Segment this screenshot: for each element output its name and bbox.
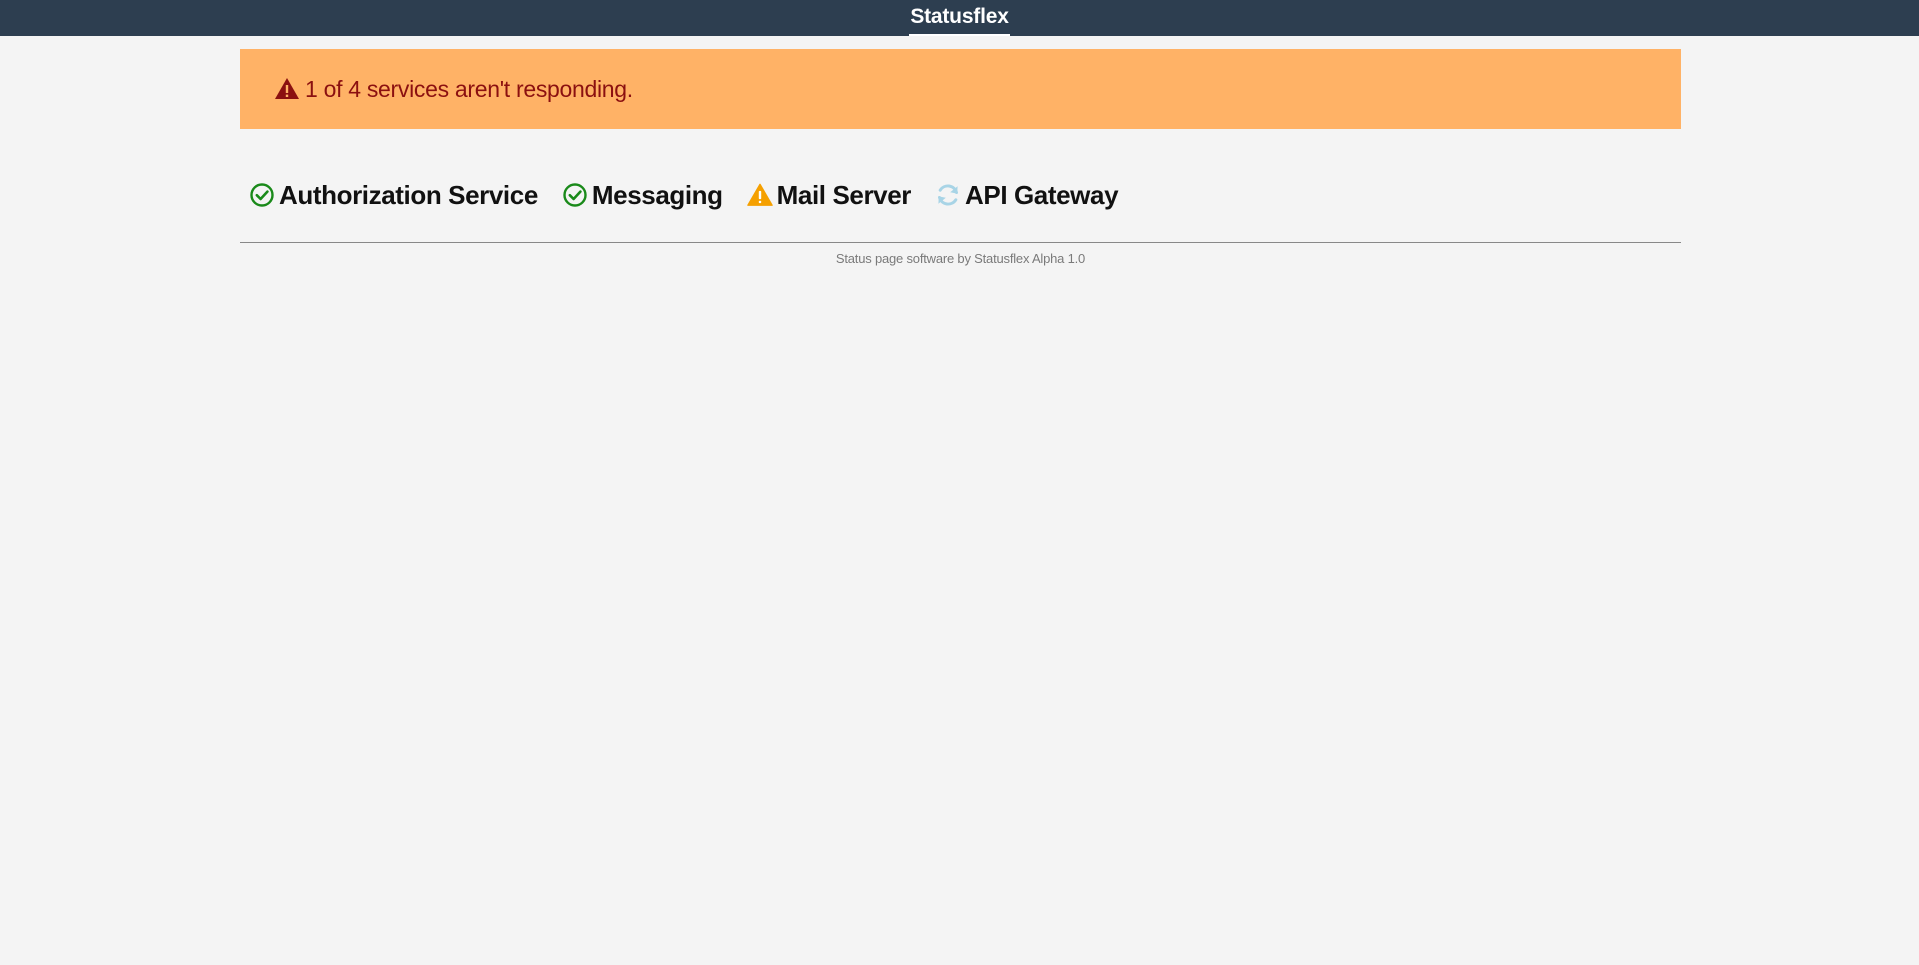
- service-item-authorization-service: Authorization Service: [249, 180, 538, 211]
- service-name: Mail Server: [776, 179, 912, 210]
- alert-message: 1 of 4 services aren't responding.: [305, 75, 633, 102]
- check-circle-icon: [249, 182, 275, 208]
- service-name: Messaging: [591, 179, 723, 210]
- service-item-messaging: Messaging: [562, 180, 723, 211]
- service-name: Authorization Service: [279, 179, 538, 210]
- footer-divider: [240, 242, 1681, 243]
- service-item-mail-server: Mail Server: [746, 179, 912, 211]
- service-name: API Gateway: [965, 179, 1119, 210]
- footer-credit: Status page software by Statusflex Alpha…: [835, 251, 1086, 266]
- warning-triangle-icon: [746, 182, 773, 208]
- check-circle-icon: [562, 182, 588, 208]
- brand-title[interactable]: Statusflex: [909, 0, 1010, 36]
- status-alert-banner: 1 of 4 services aren't responding.: [240, 49, 1681, 129]
- service-item-api-gateway: API Gateway: [935, 179, 1119, 211]
- refresh-icon: [935, 182, 961, 208]
- main-container: 1 of 4 services aren't responding. Autho…: [240, 49, 1681, 266]
- top-bar: Statusflex: [0, 0, 1919, 36]
- services-list: Authorization Service Messaging Mail Ser…: [240, 169, 1681, 221]
- warning-triangle-icon: [274, 76, 300, 102]
